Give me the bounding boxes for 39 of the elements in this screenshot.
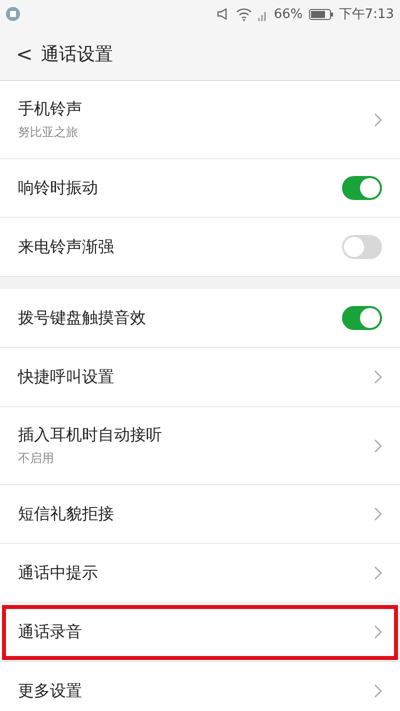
setting-row[interactable]: 响铃时振动 — [0, 159, 400, 218]
setting-row[interactable]: 拨号键盘触摸音效 — [0, 289, 400, 348]
setting-row[interactable]: 通话中提示 — [0, 544, 400, 603]
setting-label: 快捷呼叫设置 — [18, 366, 115, 388]
setting-label: 响铃时振动 — [18, 178, 99, 198]
notification-icon — [6, 7, 20, 21]
setting-label: 插入耳机时自动接听 — [18, 424, 163, 446]
battery-icon — [308, 8, 333, 20]
setting-row[interactable]: 来电铃声渐强 — [0, 218, 400, 277]
setting-label: 来电铃声渐强 — [18, 236, 115, 258]
chevron-right-icon — [374, 566, 382, 580]
chevron-right-icon — [374, 112, 382, 126]
setting-label: 通话录音 — [18, 622, 83, 642]
battery-percentage: 66% — [274, 6, 303, 22]
setting-row[interactable]: 快捷呼叫设置 — [0, 348, 400, 407]
wifi-icon — [236, 8, 252, 20]
setting-row[interactable]: 更多设置 — [0, 662, 400, 711]
chevron-right-icon — [374, 625, 382, 639]
chevron-right-icon — [374, 438, 382, 452]
toggle-switch[interactable] — [342, 306, 382, 330]
setting-row[interactable]: 手机铃声 努比亚之旅 — [0, 81, 400, 159]
setting-label: 短信礼貌拒接 — [18, 504, 115, 524]
setting-row[interactable]: 插入耳机时自动接听 不启用 — [0, 407, 400, 485]
setting-row[interactable]: 短信礼貌拒接 — [0, 485, 400, 544]
setting-label: 拨号键盘触摸音效 — [18, 308, 147, 328]
setting-label: 手机铃声 — [18, 98, 83, 120]
setting-value: 努比亚之旅 — [18, 124, 79, 140]
chevron-right-icon — [374, 684, 382, 698]
toggle-switch[interactable] — [342, 176, 382, 200]
highlighted-setting-row[interactable]: 通话录音 — [0, 603, 400, 662]
setting-label: 更多设置 — [18, 680, 83, 702]
page-title: 通话设置 — [40, 43, 113, 66]
setting-value: 不启用 — [18, 450, 55, 466]
chevron-right-icon — [374, 507, 382, 521]
toggle-switch[interactable] — [342, 235, 382, 259]
back-button[interactable]: < — [16, 42, 33, 66]
setting-label: 通话中提示 — [18, 562, 99, 584]
chevron-right-icon — [374, 370, 382, 384]
status-time: 下午7:13 — [338, 6, 394, 23]
